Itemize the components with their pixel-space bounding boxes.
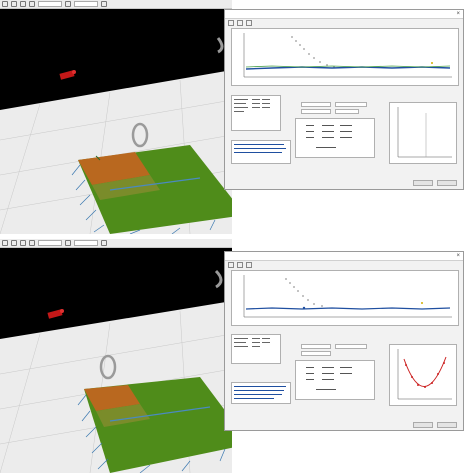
side-plot-panel-2 (389, 344, 457, 406)
open-icon[interactable] (11, 240, 17, 246)
fit-curve (403, 356, 447, 387)
param-field-2a[interactable] (301, 351, 331, 356)
results-rows-2 (306, 367, 352, 390)
main-toolbar-2 (0, 239, 232, 248)
3d-viewport-2[interactable] (0, 239, 232, 473)
log-lines (234, 144, 286, 153)
param-field-2[interactable] (335, 109, 359, 114)
side-plot-panel (389, 102, 457, 164)
file-icon[interactable] (2, 240, 8, 246)
method-select[interactable] (301, 102, 331, 107)
options-select[interactable] (335, 102, 367, 107)
param-field[interactable] (301, 109, 331, 114)
reset-icon[interactable] (246, 20, 252, 26)
save-icon[interactable] (20, 240, 26, 246)
data-list[interactable] (231, 95, 281, 131)
data-list-2[interactable] (231, 334, 281, 364)
results-group (295, 118, 375, 158)
close-button-2[interactable] (437, 422, 457, 428)
cursor-icon[interactable] (29, 1, 35, 7)
log-output (231, 140, 291, 164)
close-button[interactable] (437, 180, 457, 186)
settings-icon[interactable] (101, 240, 107, 246)
apply-button-2[interactable] (413, 422, 433, 428)
3d-viewport[interactable] (0, 0, 232, 234)
zoom-icon[interactable] (228, 20, 234, 26)
method-select-2[interactable] (301, 344, 331, 349)
zoom-icon[interactable] (228, 262, 234, 268)
settings-icon[interactable] (101, 1, 107, 7)
data-list-rows-2 (234, 338, 270, 347)
pan-icon[interactable] (237, 262, 243, 268)
apply-button[interactable] (413, 180, 433, 186)
toolbar-field-2[interactable] (74, 1, 98, 7)
options-select-2[interactable] (335, 344, 367, 349)
window-toolbar-2 (225, 261, 463, 269)
main-plot-2 (243, 275, 452, 318)
screenshot-top: × (0, 0, 464, 234)
cursor-icon[interactable] (29, 240, 35, 246)
analysis-window: × (224, 9, 464, 190)
side-plot (397, 107, 452, 158)
results-group-2 (295, 360, 375, 400)
toolbar-field-2[interactable] (74, 240, 98, 246)
results-rows (306, 125, 352, 148)
mesh-icon[interactable] (65, 240, 71, 246)
main-plot-panel-2 (231, 270, 459, 326)
open-icon[interactable] (11, 1, 17, 7)
pan-icon[interactable] (237, 20, 243, 26)
toolbar-field-1[interactable] (38, 1, 62, 7)
save-icon[interactable] (20, 1, 26, 7)
window-toolbar (225, 19, 463, 27)
mesh-icon[interactable] (65, 1, 71, 7)
analysis-window-2: × (224, 251, 464, 431)
log-lines-2 (234, 386, 286, 399)
window-title-bar-2: × (225, 252, 463, 261)
side-plot-2 (397, 349, 452, 400)
file-icon[interactable] (2, 1, 8, 7)
main-plot (243, 33, 452, 78)
toolbar-field-1[interactable] (38, 240, 62, 246)
close-icon[interactable]: × (456, 252, 460, 260)
log-output-2 (231, 382, 291, 404)
close-icon[interactable]: × (456, 10, 460, 18)
data-list-rows (234, 99, 270, 112)
main-plot-panel (231, 28, 459, 86)
main-toolbar (0, 0, 232, 9)
reset-icon[interactable] (246, 262, 252, 268)
screenshot-bottom: × (0, 239, 464, 473)
window-title-bar: × (225, 10, 463, 19)
